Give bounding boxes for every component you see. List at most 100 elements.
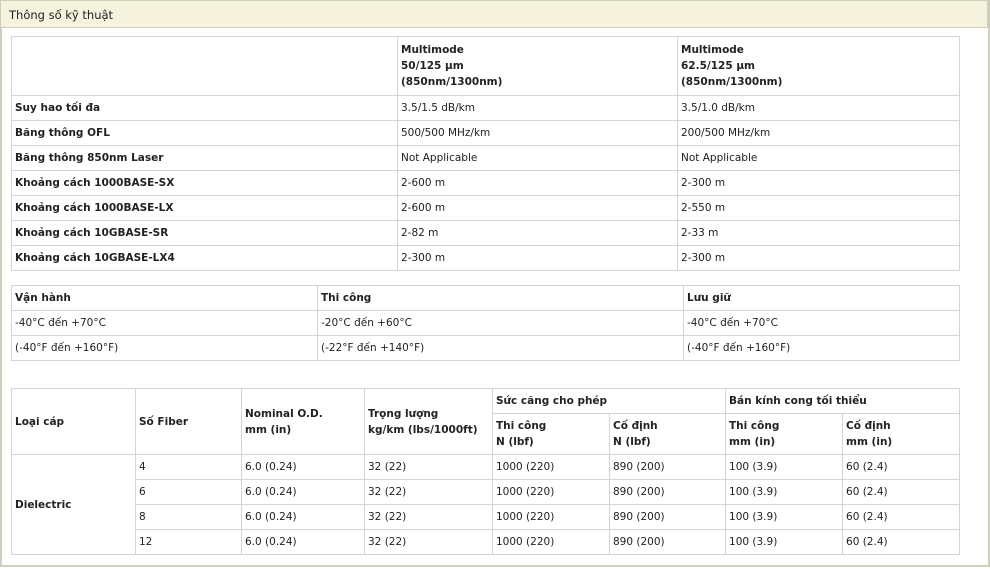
cell-value: (-40°F đến +160°F) (683, 335, 960, 361)
row-label: Khoảng cách 1000BASE-SX (11, 170, 398, 196)
header-tension: Sức căng cho phép (491, 388, 727, 414)
spec-header-empty (11, 36, 398, 96)
table-row: Khoảng cách 1000BASE-LX 2-600 m 2-550 m (11, 195, 960, 221)
section-title: Thông số kỹ thuật (9, 8, 114, 22)
section-header: Thông số kỹ thuật (0, 0, 988, 28)
header-line: Cố định (846, 420, 891, 432)
table-row: Khoảng cách 10GBASE-LX4 2-300 m 2-300 m (11, 245, 960, 271)
row-label: Khoảng cách 10GBASE-SR (11, 220, 398, 246)
cell-value: 2-550 m (677, 195, 960, 221)
col-header-line: (850nm/1300nm) (401, 76, 503, 88)
spec-col-header-50: Multimode 50/125 µm (850nm/1300nm) (397, 36, 678, 96)
header-line: mm (in) (245, 423, 292, 436)
cell-value: 6.0 (0.24) (241, 529, 365, 555)
row-label: Khoảng cách 10GBASE-LX4 (11, 245, 398, 271)
cell-value: 2-600 m (397, 195, 678, 221)
cell-value: 100 (3.9) (725, 504, 844, 530)
cell-value: 2-33 m (677, 220, 960, 246)
cell-value: 32 (22) (364, 454, 493, 480)
cell-value: 890 (200) (608, 479, 727, 505)
col-header-line: (850nm/1300nm) (681, 76, 783, 88)
header-line: N (lbf) (496, 436, 534, 448)
cell-value: 2-300 m (677, 245, 960, 271)
table-row: Suy hao tối đa 3.5/1.5 dB/km 3.5/1.0 dB/… (11, 95, 960, 121)
cell-value: 100 (3.9) (725, 529, 844, 555)
table-row: 12 6.0 (0.24) 32 (22) 1000 (220) 890 (20… (12, 529, 961, 555)
table-row: Khoảng cách 1000BASE-SX 2-600 m 2-300 m (11, 170, 960, 196)
cell-value: 2-600 m (397, 170, 678, 196)
cell-value: 12 (135, 529, 242, 555)
header-tension-fixed: Cố định N (lbf) (608, 413, 727, 455)
table-row: 6 6.0 (0.24) 32 (22) 1000 (220) 890 (200… (12, 479, 961, 505)
cell-value: 32 (22) (364, 479, 493, 505)
cell-value: 32 (22) (364, 529, 493, 555)
col-header-line: Multimode (681, 44, 744, 56)
temp-header-operation: Vận hành (11, 285, 318, 311)
cell-value: 1000 (220) (492, 479, 610, 505)
cell-value: -20°C đến +60°C (317, 310, 684, 336)
table-row: Khoảng cách 10GBASE-SR 2-82 m 2-33 m (11, 220, 960, 246)
cell-value: 890 (200) (608, 504, 727, 530)
table-row: 8 6.0 (0.24) 32 (22) 1000 (220) 890 (200… (12, 504, 961, 530)
cell-value: -40°C đến +70°C (683, 310, 960, 336)
header-bend-fixed: Cố định mm (in) (842, 413, 961, 455)
header-weight: Trọng lượng kg/km (lbs/1000ft) (364, 388, 493, 455)
cell-value: 1000 (220) (492, 454, 610, 480)
spec-header-row: Multimode 50/125 µm (850nm/1300nm) Multi… (11, 36, 960, 96)
cell-value: 500/500 MHz/km (397, 120, 678, 146)
cell-value: 2-300 m (677, 170, 960, 196)
row-label: Băng thông 850nm Laser (11, 145, 398, 171)
header-line: N (lbf) (613, 436, 651, 448)
table-row: Băng thông 850nm Laser Not Applicable No… (11, 145, 960, 171)
cell-value: 6.0 (0.24) (241, 504, 365, 530)
cell-value: 2-300 m (397, 245, 678, 271)
cell-value: Not Applicable (397, 145, 678, 171)
header-line: Thi công (729, 420, 780, 432)
header-line: Nominal O.D. (245, 407, 323, 420)
cell-value: (-40°F đến +160°F) (11, 335, 318, 361)
temp-header-installation: Thi công (317, 285, 684, 311)
cell-value: 100 (3.9) (725, 479, 844, 505)
table-row: Băng thông OFL 500/500 MHz/km 200/500 MH… (11, 120, 960, 146)
col-header-line: 50/125 µm (401, 60, 464, 72)
cell-value: 6 (135, 479, 242, 505)
header-line: Cố định (613, 420, 658, 432)
cell-value: 6.0 (0.24) (241, 454, 365, 480)
cell-value: 4 (135, 454, 242, 480)
header-line: kg/km (lbs/1000ft) (368, 423, 478, 436)
header-line: Thi công (496, 420, 547, 432)
cell-value: 3.5/1.0 dB/km (677, 95, 960, 121)
temperature-table: Vận hành Thi công Lưu giữ -40°C đến +70°… (11, 285, 960, 361)
cell-value: 60 (2.4) (842, 454, 961, 480)
cell-value: 1000 (220) (492, 529, 610, 555)
temperature-header-row: Vận hành Thi công Lưu giữ (11, 285, 960, 311)
row-label: Băng thông OFL (11, 120, 398, 146)
spec-col-header-62: Multimode 62.5/125 µm (850nm/1300nm) (677, 36, 960, 96)
spec-table: Multimode 50/125 µm (850nm/1300nm) Multi… (11, 36, 960, 271)
header-nominal-od: Nominal O.D. mm (in) (241, 388, 365, 455)
temp-header-storage: Lưu giữ (683, 285, 960, 311)
cell-value: 1000 (220) (492, 504, 610, 530)
cell-value: 6.0 (0.24) (241, 479, 365, 505)
row-label: Khoảng cách 1000BASE-LX (11, 195, 398, 221)
table-row: (-40°F đến +160°F) (-22°F đến +140°F) (-… (11, 335, 960, 361)
cable-header-row: Loại cáp Số Fiber Nominal O.D. mm (in) T… (11, 388, 961, 455)
header-fiber-count: Số Fiber (135, 388, 242, 455)
cell-value: 3.5/1.5 dB/km (397, 95, 678, 121)
col-header-line: 62.5/125 µm (681, 60, 755, 72)
cable-type-value: Dielectric (11, 454, 136, 555)
cell-value: Not Applicable (677, 145, 960, 171)
cell-value: 890 (200) (608, 454, 727, 480)
header-line: Trọng lượng (368, 407, 439, 420)
header-cable-type: Loại cáp (11, 388, 136, 455)
cable-table: Loại cáp Số Fiber Nominal O.D. mm (in) T… (11, 388, 961, 555)
header-bend-install: Thi công mm (in) (725, 413, 844, 455)
cell-value: (-22°F đến +140°F) (317, 335, 684, 361)
cell-value: -40°C đến +70°C (11, 310, 318, 336)
cell-value: 890 (200) (608, 529, 727, 555)
cell-value: 60 (2.4) (842, 504, 961, 530)
cell-value: 60 (2.4) (842, 479, 961, 505)
cell-value: 200/500 MHz/km (677, 120, 960, 146)
cell-value: 8 (135, 504, 242, 530)
header-line: mm (in) (846, 436, 893, 448)
